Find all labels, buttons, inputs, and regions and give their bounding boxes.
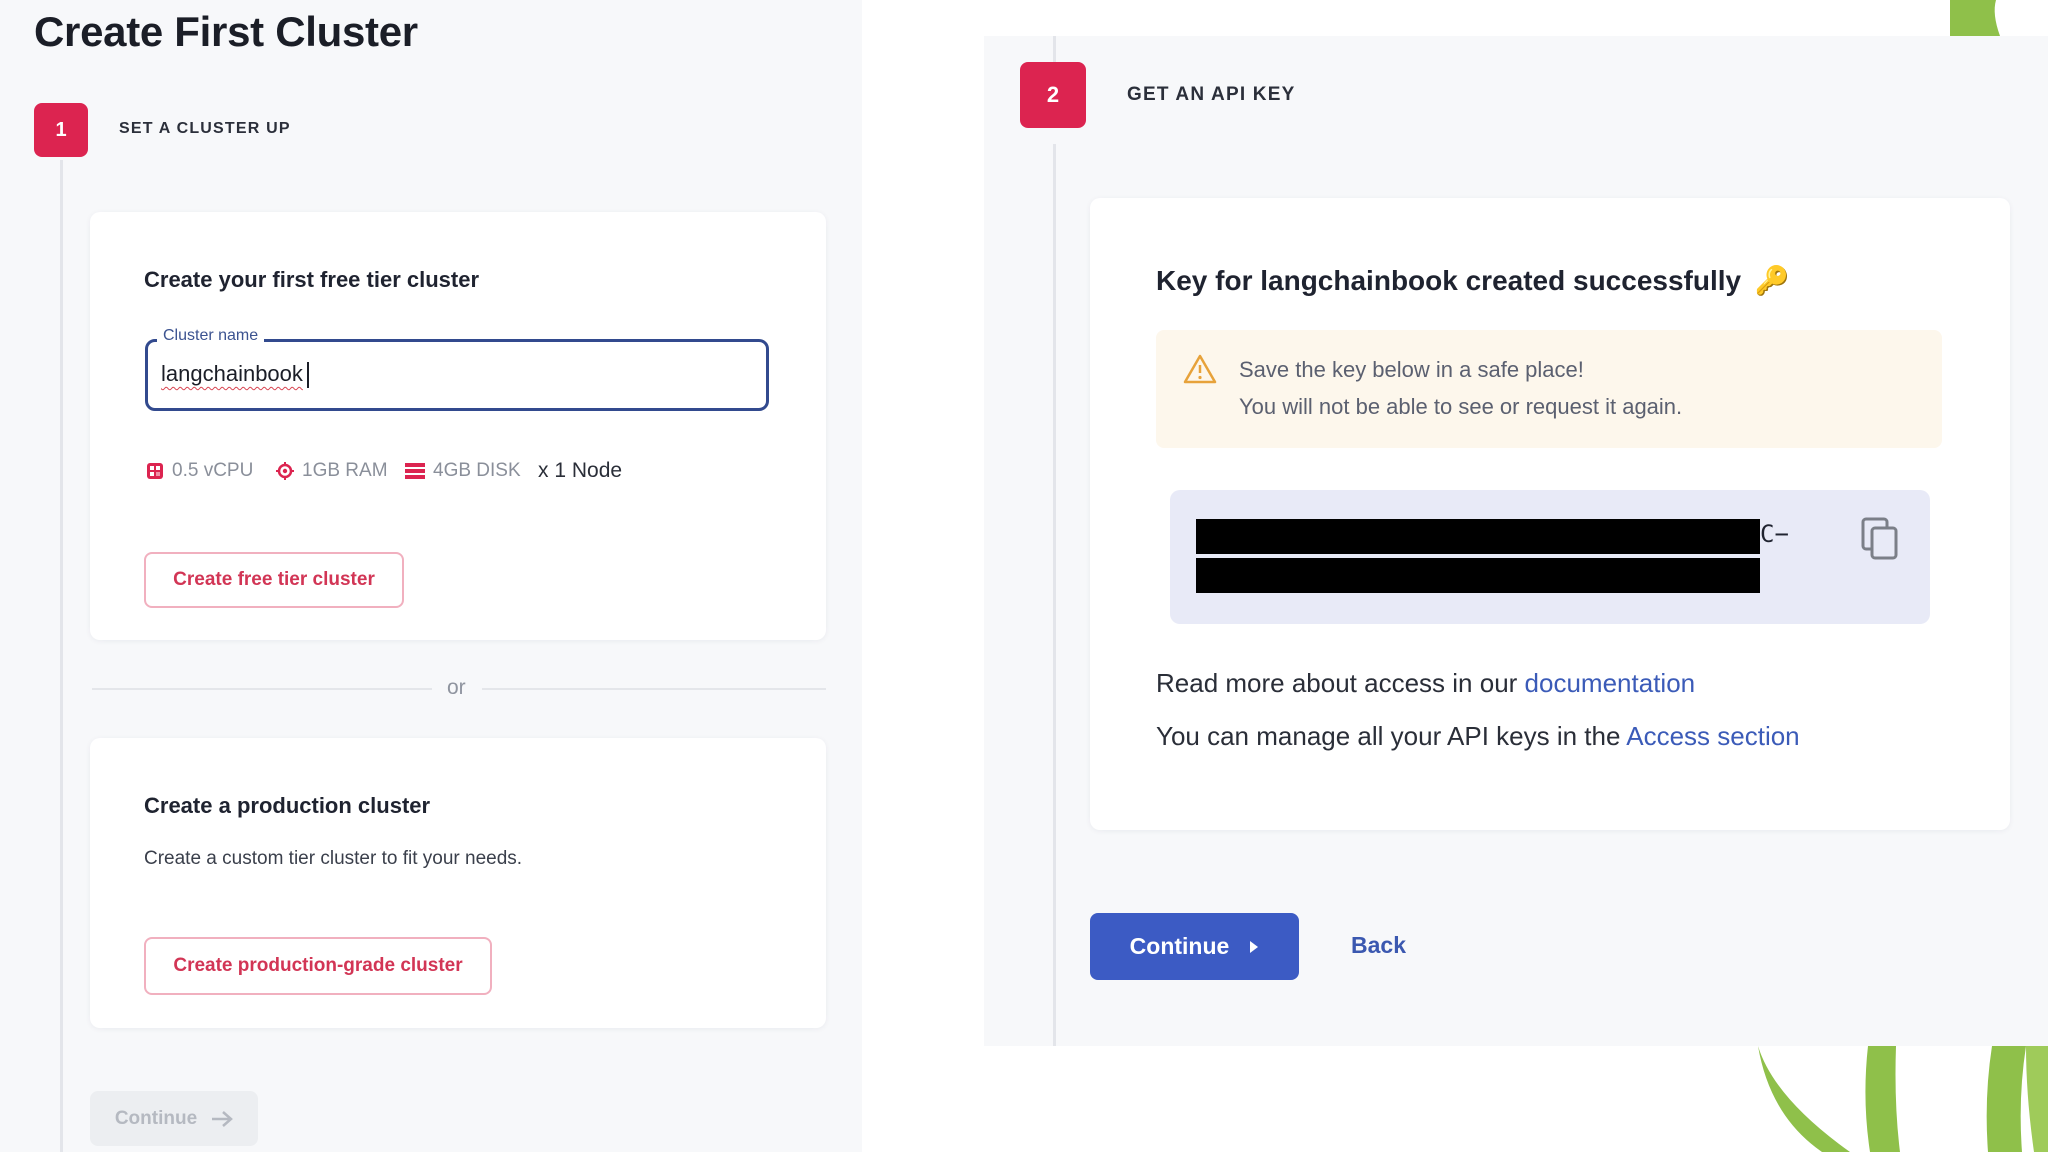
step-1-title: SET A CLUSTER UP	[119, 120, 291, 137]
step-1-badge: 1	[34, 103, 88, 157]
arrow-right-icon	[212, 1110, 234, 1127]
key-created-heading-text: Key for langchainbook created successful…	[1156, 265, 1742, 296]
key-created-heading: Key for langchainbook created successful…	[1156, 264, 1790, 297]
continue-button-disabled[interactable]: Continue	[90, 1091, 258, 1146]
or-divider-label: or	[447, 676, 466, 699]
create-production-grade-cluster-button[interactable]: Create production-grade cluster	[144, 937, 492, 995]
page-title: Create First Cluster	[34, 8, 418, 55]
step-2-connector-line	[1053, 144, 1056, 1046]
access-section-link[interactable]: Access section	[1626, 721, 1799, 751]
memory-chip-icon	[276, 462, 294, 480]
spec-ram: 1GB RAM	[276, 460, 388, 482]
continue-button[interactable]: Continue	[1090, 913, 1299, 980]
redacted-key-line-1	[1196, 519, 1760, 554]
create-free-tier-cluster-button[interactable]: Create free tier cluster	[144, 552, 404, 608]
access-info-line: You can manage all your API keys in the …	[1156, 721, 1800, 752]
production-heading: Create a production cluster	[144, 793, 431, 818]
cpu-icon	[147, 463, 163, 479]
text-cursor	[307, 362, 309, 388]
spec-cpu: 0.5 vCPU	[146, 460, 253, 482]
spec-disk-label: 4GB DISK	[433, 460, 521, 481]
docs-info-line: Read more about access in our documentat…	[1156, 668, 1695, 699]
disk-icon	[405, 463, 425, 479]
step-2-connector-line-top	[1053, 36, 1056, 62]
warning-box	[1156, 330, 1942, 448]
step-2-title: GET AN API KEY	[1127, 84, 1296, 105]
or-divider-left	[92, 688, 432, 690]
api-key-visible-suffix: C−	[1760, 520, 1789, 548]
production-description: Create a custom tier cluster to fit your…	[144, 848, 523, 869]
spec-cpu-label: 0.5 vCPU	[172, 460, 254, 481]
continue-label: Continue	[114, 1107, 198, 1129]
back-button[interactable]: Back	[1351, 932, 1406, 959]
warning-line-2: You will not be able to see or request i…	[1239, 394, 1683, 419]
warning-line-1: Save the key below in a safe place!	[1239, 357, 1584, 382]
step-2-badge: 2	[1020, 62, 1086, 128]
caret-right-icon	[1250, 940, 1259, 953]
spec-ram-label: 1GB RAM	[302, 460, 388, 481]
documentation-link[interactable]: documentation	[1525, 668, 1696, 698]
redacted-key-line-2	[1196, 558, 1760, 593]
node-count: x 1 Node	[538, 459, 623, 482]
free-tier-heading: Create your first free tier cluster	[144, 267, 480, 292]
cluster-name-label: Cluster name	[157, 327, 265, 345]
leaf-decoration-bottom	[1758, 1046, 2048, 1152]
key-icon: 🔑	[1754, 265, 1790, 296]
or-divider-right	[482, 688, 826, 690]
cluster-name-value: langchainbook	[161, 361, 303, 386]
api-key-box	[1170, 490, 1930, 624]
spec-disk: 4GB DISK	[405, 460, 521, 482]
leaf-decoration-top	[1950, 0, 2000, 36]
warning-icon	[1183, 354, 1217, 384]
access-info-text: You can manage all your API keys in the	[1156, 721, 1627, 751]
step-1-connector-line	[60, 160, 63, 1152]
continue-button-label: Continue	[1129, 933, 1230, 959]
docs-info-text: Read more about access in our	[1156, 668, 1525, 698]
copy-icon[interactable]	[1861, 517, 1899, 561]
